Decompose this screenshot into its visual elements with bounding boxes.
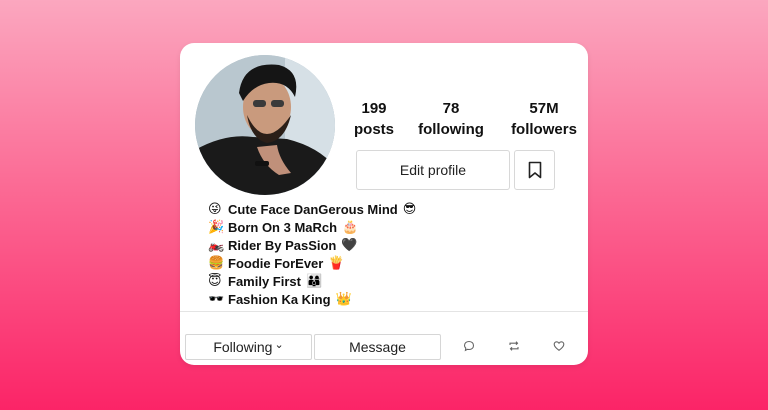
comment-icon[interactable] <box>462 339 476 353</box>
bio-line: 🕶️ Fashion Ka King 👑 <box>208 290 416 308</box>
stat-posts-label: posts <box>354 121 395 138</box>
stat-posts[interactable]: 199 posts <box>354 98 394 140</box>
bio-line: 🏍️ Rider By PasSion 🖤 <box>208 236 416 254</box>
bio-emoji-tail: 👨‍👩‍👦 <box>305 273 323 288</box>
bio-emoji-tail: 😎 <box>402 201 417 216</box>
stat-followers-value: 57M <box>529 100 559 117</box>
bio-text: Fashion Ka King <box>228 291 331 307</box>
message-label: Message <box>349 339 406 355</box>
bio-text: Foodie ForEver <box>228 255 324 271</box>
bio-emoji: 🍔 <box>208 255 225 270</box>
bio-text: Cute Face DanGerous Mind <box>228 201 398 217</box>
stat-followers[interactable]: 57M followers <box>506 98 582 140</box>
bio-line: 😇 Family First 👨‍👩‍👦 <box>208 272 416 290</box>
bio: 😜 Cute Face DanGerous Mind 😎 🎉 Born On 3… <box>208 200 416 308</box>
bio-text: Family First <box>228 273 301 289</box>
following-button[interactable]: Following ⌄ <box>185 334 312 360</box>
bio-text: Rider By PasSion <box>228 237 337 253</box>
message-button[interactable]: Message <box>314 334 441 360</box>
edit-profile-button[interactable]: Edit profile <box>356 150 510 190</box>
bio-emoji: 🏍️ <box>208 237 225 252</box>
save-button[interactable] <box>514 150 555 190</box>
following-label: Following <box>213 339 273 355</box>
chevron-down-icon: ⌄ <box>274 338 284 351</box>
bio-emoji-tail: 🖤 <box>341 237 358 252</box>
bio-line: 😜 Cute Face DanGerous Mind 😎 <box>208 200 416 218</box>
stat-following-value: 78 <box>442 100 460 117</box>
bio-emoji: 😇 <box>208 273 222 288</box>
bio-text: Born On 3 MaRch <box>228 219 338 235</box>
bio-emoji: 😜 <box>208 201 222 216</box>
bio-emoji: 🎉 <box>208 219 225 234</box>
bio-emoji-tail: 🍟 <box>328 255 345 270</box>
profile-card: 199 posts 78 following 57M followers Edi… <box>180 43 588 365</box>
stat-followers-label: followers <box>511 121 577 138</box>
bio-emoji: 🕶️ <box>208 291 225 306</box>
bio-emoji-tail: 👑 <box>335 291 352 306</box>
edit-profile-label: Edit profile <box>399 162 467 178</box>
avatar[interactable] <box>195 55 335 195</box>
bio-line: 🎉 Born On 3 MaRch 🎂 <box>208 218 416 236</box>
bookmark-icon <box>528 161 541 179</box>
divider <box>180 311 588 312</box>
bio-emoji-tail: 🎂 <box>342 219 359 234</box>
repost-icon[interactable] <box>507 339 521 353</box>
bio-line: 🍔 Foodie ForEver 🍟 <box>208 254 416 272</box>
avatar-photo <box>195 55 335 195</box>
stat-following[interactable]: 78 following <box>416 98 486 140</box>
heart-icon[interactable] <box>552 339 566 353</box>
stat-posts-value: 199 <box>361 100 387 117</box>
stat-following-label: following <box>418 121 484 138</box>
